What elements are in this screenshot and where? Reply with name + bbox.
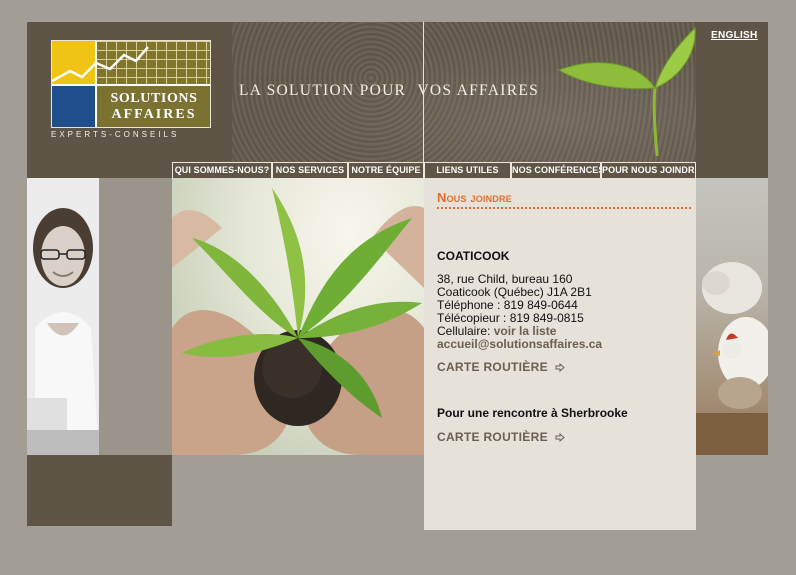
- nav-liens-utiles[interactable]: LIENS UTILES: [424, 162, 511, 178]
- route-map-link-coaticook[interactable]: CARTE ROUTIÈRE: [437, 360, 565, 374]
- header-divider: [423, 22, 424, 162]
- consultant-photo: [27, 178, 99, 455]
- seedling-photo: [172, 178, 424, 455]
- language-bar: ENGLISH: [696, 22, 768, 178]
- header-banner: SOLUTIONS AFFAIRES EXPERTS-CONSEILS LA S…: [27, 22, 696, 162]
- logo-mark: SOLUTIONS AFFAIRES: [51, 40, 211, 128]
- nav-pour-nous-joindre[interactable]: POUR NOUS JOINDRE: [601, 162, 696, 178]
- tagline-part1: LA SOLUTION POUR: [239, 82, 407, 99]
- cell-list-link[interactable]: voir la liste: [494, 324, 557, 338]
- arrow-right-icon: [555, 363, 565, 373]
- nav-nos-conferences[interactable]: NOS CONFÉRENCES: [511, 162, 601, 178]
- sherbrooke-heading: Pour une rencontre à Sherbrooke: [437, 406, 628, 420]
- left-gray-panel: [99, 178, 172, 455]
- route-map-label-1: CARTE ROUTIÈRE: [437, 360, 548, 374]
- nav-spacer: [27, 162, 172, 178]
- tagline: LA SOLUTION POUR VOS AFFAIRES: [239, 82, 599, 100]
- page-title: Nous joindre: [437, 189, 691, 209]
- main-nav: QUI SOMMES-NOUS? NOS SERVICES NOTRE ÉQUI…: [172, 162, 696, 178]
- route-map-link-sherbrooke[interactable]: CARTE ROUTIÈRE: [437, 430, 565, 444]
- route-map-label-2: CARTE ROUTIÈRE: [437, 430, 548, 444]
- seedling-hands-icon: [172, 188, 424, 455]
- cell-label: Cellulaire:: [437, 324, 491, 338]
- logo[interactable]: SOLUTIONS AFFAIRES EXPERTS-CONSEILS: [51, 40, 211, 139]
- sprout-icon: [557, 26, 696, 156]
- logo-name-line2: AFFAIRES: [111, 107, 197, 122]
- page-title-text: Nous joindre: [437, 190, 512, 205]
- logo-subtitle: EXPERTS-CONSEILS: [51, 130, 180, 139]
- left-dark-panel: [27, 455, 172, 526]
- logo-name-line1: SOLUTIONS: [110, 91, 198, 106]
- nav-notre-equipe[interactable]: NOTRE ÉQUIPE: [348, 162, 424, 178]
- person-icon: [27, 178, 99, 455]
- office-name: COATICOOK: [437, 249, 510, 263]
- english-link[interactable]: ENGLISH: [711, 30, 758, 41]
- nav-qui-sommes-nous[interactable]: QUI SOMMES-NOUS?: [172, 162, 272, 178]
- tagline-part2: VOS AFFAIRES: [417, 82, 540, 99]
- email-link[interactable]: accueil@solutionsaffaires.ca: [437, 338, 602, 351]
- arrow-right-icon: [555, 433, 565, 443]
- chickens-photo: [696, 178, 768, 455]
- contact-panel: Nous joindre COATICOOK 38, rue Child, bu…: [424, 178, 696, 530]
- chicken-icon: [696, 262, 768, 455]
- nav-nos-services[interactable]: NOS SERVICES: [272, 162, 348, 178]
